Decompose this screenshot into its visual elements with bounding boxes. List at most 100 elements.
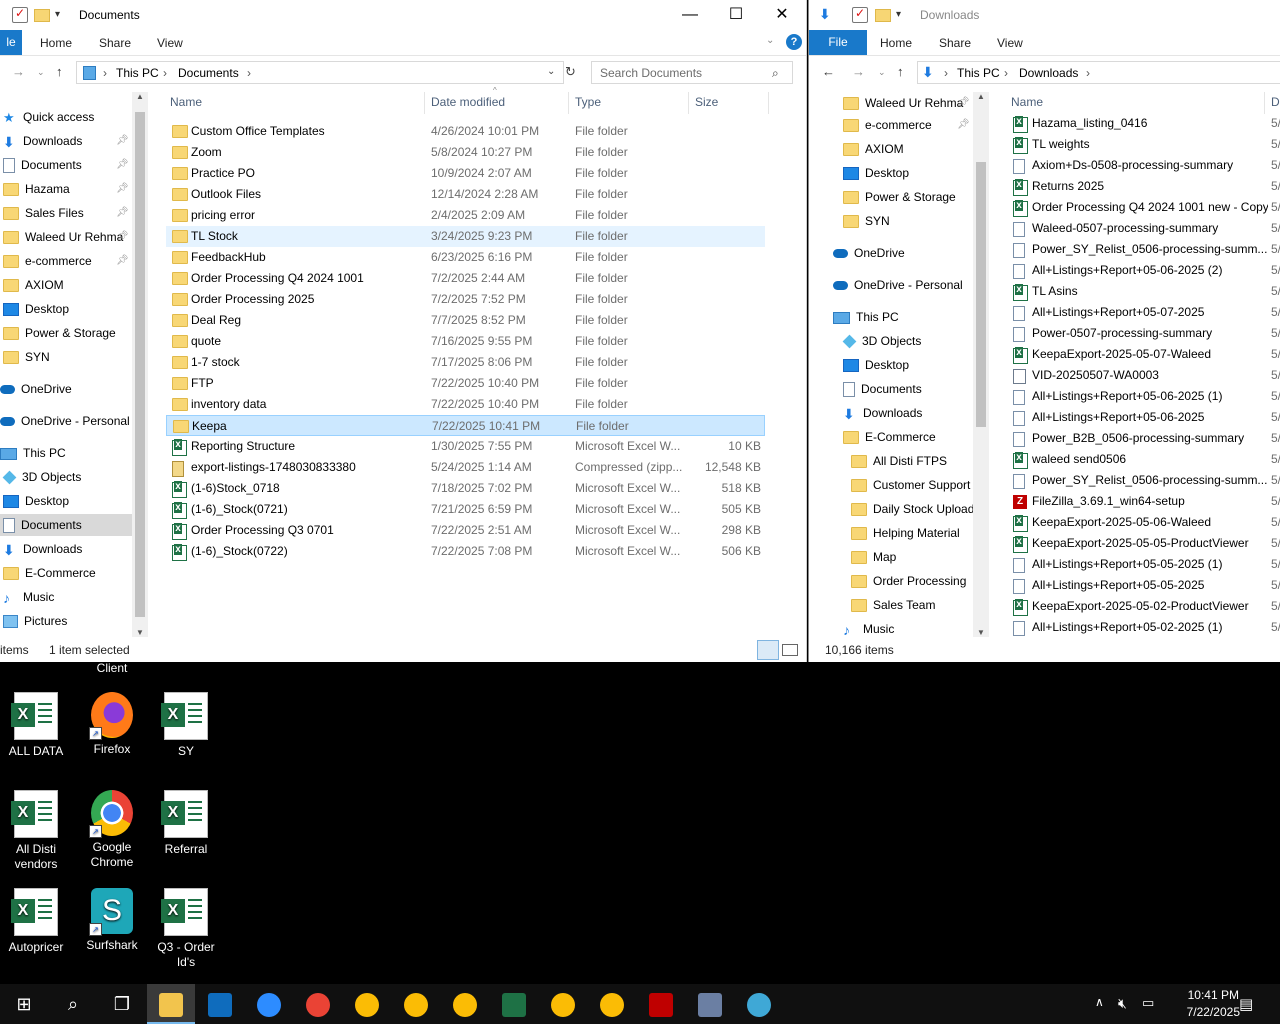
breadcrumb-downloads[interactable]: Downloads bbox=[1019, 66, 1078, 80]
chrome-profile-icon[interactable] bbox=[343, 984, 391, 1024]
tab-view[interactable]: View bbox=[157, 36, 183, 50]
nav-item-onedrive-personal[interactable]: OneDrive - Personal bbox=[0, 410, 132, 432]
file-row[interactable]: All+Listings+Report+05-02-2025 (1) 5/ bbox=[1007, 617, 1280, 638]
nav-item-documents[interactable]: Documents 📌︎ bbox=[0, 154, 132, 176]
file-row[interactable]: KeepaExport-2025-05-07-Waleed 5/ bbox=[1007, 344, 1280, 365]
tab-home[interactable]: Home bbox=[880, 36, 912, 50]
maximize-button[interactable]: ☐ bbox=[713, 0, 759, 30]
file-row[interactable]: All+Listings+Report+05-05-2025 5/ bbox=[1007, 575, 1280, 596]
column-date-modified[interactable]: D bbox=[1271, 95, 1280, 109]
address-dropdown-icon[interactable]: ⌄ bbox=[547, 66, 555, 77]
tab-file[interactable]: le bbox=[0, 30, 22, 55]
expand-ribbon-icon[interactable]: ⌄ bbox=[766, 35, 774, 46]
start-icon[interactable]: ⊞ bbox=[0, 984, 48, 1024]
calculator-icon[interactable] bbox=[686, 984, 734, 1024]
search-input[interactable]: Search Documents ⌕ bbox=[591, 61, 793, 84]
nav-item-pictures[interactable]: Pictures bbox=[0, 610, 132, 632]
file-row[interactable]: (1-6)_Stock(0722) 7/22/2025 7:08 PM Micros… bbox=[166, 541, 765, 562]
refresh-icon[interactable]: ↻ bbox=[565, 64, 576, 80]
file-row[interactable]: TL weights 5/ bbox=[1007, 134, 1280, 155]
file-row[interactable]: 1-7 stock 7/17/2025 8:06 PM File folder bbox=[166, 352, 765, 373]
column-type[interactable]: Type bbox=[575, 95, 601, 109]
up-icon[interactable]: ↑ bbox=[897, 64, 904, 79]
file-row[interactable]: All+Listings+Report+05-07-2025 5/ bbox=[1007, 302, 1280, 323]
recent-locations-icon[interactable]: ⌄ bbox=[37, 67, 45, 78]
nav-item-syn[interactable]: SYN bbox=[0, 346, 132, 368]
column-name[interactable]: Name bbox=[1011, 95, 1043, 109]
volume-muted-icon[interactable]: 🔇︎ bbox=[1118, 995, 1127, 1012]
tab-home[interactable]: Home bbox=[40, 36, 72, 50]
file-row[interactable]: Power-0507-processing-summary 5/ bbox=[1007, 323, 1280, 344]
file-row[interactable]: TL Asins 5/ bbox=[1007, 281, 1280, 302]
nav-item-desktop[interactable]: Desktop bbox=[0, 298, 132, 320]
zoom-icon[interactable] bbox=[245, 984, 293, 1024]
properties-icon[interactable] bbox=[12, 6, 28, 23]
file-row[interactable]: Zoom 5/8/2024 10:27 PM File folder bbox=[166, 142, 765, 163]
properties-icon[interactable] bbox=[852, 6, 868, 23]
close-button[interactable]: ✕ bbox=[759, 0, 805, 30]
nav-item-music[interactable]: ♪ Music bbox=[0, 586, 132, 608]
file-row[interactable]: All+Listings+Report+05-06-2025 (2) 5/ bbox=[1007, 260, 1280, 281]
file-row[interactable]: inventory data 7/22/2025 10:40 PM File fol… bbox=[166, 394, 765, 415]
nav-item-customer-support[interactable]: Customer Support bbox=[809, 474, 973, 496]
help-icon[interactable]: ? bbox=[786, 34, 802, 50]
desktop-icon-firefox[interactable]: ↗ Firefox bbox=[76, 692, 148, 757]
nav-item-this-pc[interactable]: This PC bbox=[809, 306, 973, 328]
nav-item-e-commerce[interactable]: E-Commerce bbox=[809, 426, 973, 448]
nav-item-all-disti-ftps[interactable]: All Disti FTPS bbox=[809, 450, 973, 472]
file-row[interactable]: KeepaExport-2025-05-05-ProductViewer 5/ bbox=[1007, 533, 1280, 554]
file-row[interactable]: FTP 7/22/2025 10:40 PM File folder bbox=[166, 373, 765, 394]
task-view-icon[interactable]: ❐ bbox=[98, 984, 146, 1024]
desktop-icon-q3-order-id-s[interactable]: Q3 - Order Id's bbox=[150, 888, 222, 970]
file-row[interactable]: KeepaExport-2025-05-06-Waleed 5/ bbox=[1007, 512, 1280, 533]
file-row[interactable]: pricing error 2/4/2025 2:09 AM File folder bbox=[166, 205, 765, 226]
nav-item-3d-objects[interactable]: 3D Objects bbox=[809, 330, 973, 352]
desktop-icon-sy[interactable]: SY bbox=[150, 692, 222, 759]
nav-item-this-pc[interactable]: This PC bbox=[0, 442, 132, 464]
filezilla-icon[interactable] bbox=[637, 984, 685, 1024]
nav-item-onedrive[interactable]: OneDrive bbox=[809, 242, 973, 264]
nav-item-desktop[interactable]: Desktop bbox=[0, 490, 132, 512]
chrome-profile-icon[interactable] bbox=[392, 984, 440, 1024]
nav-item-onedrive-personal[interactable]: OneDrive - Personal bbox=[809, 274, 973, 296]
file-row[interactable]: Power_B2B_0506-processing-summary 5/ bbox=[1007, 428, 1280, 449]
up-icon[interactable]: ↑ bbox=[56, 64, 63, 79]
file-row[interactable]: Power_SY_Relist_0506-processing-summ... 5… bbox=[1007, 470, 1280, 491]
file-row[interactable]: Axiom+Ds-0508-processing-summary 5/ bbox=[1007, 155, 1280, 176]
show-hidden-icons-icon[interactable]: ∧ bbox=[1095, 995, 1104, 1009]
file-row[interactable]: waleed send0506 5/ bbox=[1007, 449, 1280, 470]
desktop-icon-autopricer[interactable]: Autopricer bbox=[0, 888, 72, 955]
file-row[interactable]: FeedbackHub 6/23/2025 6:16 PM File folder bbox=[166, 247, 765, 268]
nav-item-axiom[interactable]: AXIOM bbox=[809, 138, 973, 160]
forward-icon[interactable]: → bbox=[852, 64, 865, 79]
file-explorer-icon[interactable] bbox=[147, 984, 195, 1024]
file-row[interactable]: Order Processing Q4 2024 1001 7/2/2025 2:… bbox=[166, 268, 765, 289]
file-row[interactable]: (1-6)_Stock(0721) 7/21/2025 6:59 PM Micros… bbox=[166, 499, 765, 520]
chrome-profile-icon[interactable] bbox=[588, 984, 636, 1024]
file-row[interactable]: VID-20250507-WA0003 5/ bbox=[1007, 365, 1280, 386]
tab-share[interactable]: Share bbox=[99, 36, 131, 50]
nav-item-hazama[interactable]: Hazama 📌︎ bbox=[0, 178, 132, 200]
notifications-icon[interactable]: ▤ bbox=[1239, 995, 1253, 1013]
breadcrumb-documents[interactable]: Documents bbox=[178, 66, 239, 80]
file-row[interactable]: Order Processing 2025 7/2/2025 7:52 PM Fil… bbox=[166, 289, 765, 310]
file-row[interactable]: KeepaExport-2025-05-02-ProductViewer 5/ bbox=[1007, 596, 1280, 617]
file-row[interactable]: TL Stock 3/24/2025 9:23 PM File folder bbox=[166, 226, 765, 247]
nav-item-helping-material[interactable]: Helping Material bbox=[809, 522, 973, 544]
file-row[interactable]: Hazama_listing_0416 5/ bbox=[1007, 113, 1280, 134]
chrome-profile-icon[interactable] bbox=[441, 984, 489, 1024]
nav-item-quick-access[interactable]: ★ Quick access bbox=[0, 106, 132, 128]
nav-item-3d-objects[interactable]: 3D Objects bbox=[0, 466, 132, 488]
breadcrumb-this-pc[interactable]: This PC bbox=[116, 66, 159, 80]
file-row[interactable]: All+Listings+Report+05-05-2025 (1) 5/ bbox=[1007, 554, 1280, 575]
nav-item-music[interactable]: ♪ Music bbox=[809, 618, 973, 640]
address-bar[interactable]: › This PC › Documents › ⌄ bbox=[76, 61, 564, 84]
nav-item-power-storage[interactable]: Power & Storage bbox=[809, 186, 973, 208]
new-folder-icon[interactable] bbox=[34, 9, 50, 22]
nav-item-order-processing[interactable]: Order Processing bbox=[809, 570, 973, 592]
tab-file[interactable]: File bbox=[809, 30, 867, 55]
nav-item-downloads[interactable]: ⬇ Downloads 📌︎ bbox=[0, 130, 132, 152]
nav-item-e-commerce[interactable]: e-commerce 📌︎ bbox=[809, 114, 973, 136]
nav-item-downloads[interactable]: ⬇ Downloads bbox=[0, 538, 132, 560]
column-name[interactable]: Name bbox=[170, 95, 202, 109]
